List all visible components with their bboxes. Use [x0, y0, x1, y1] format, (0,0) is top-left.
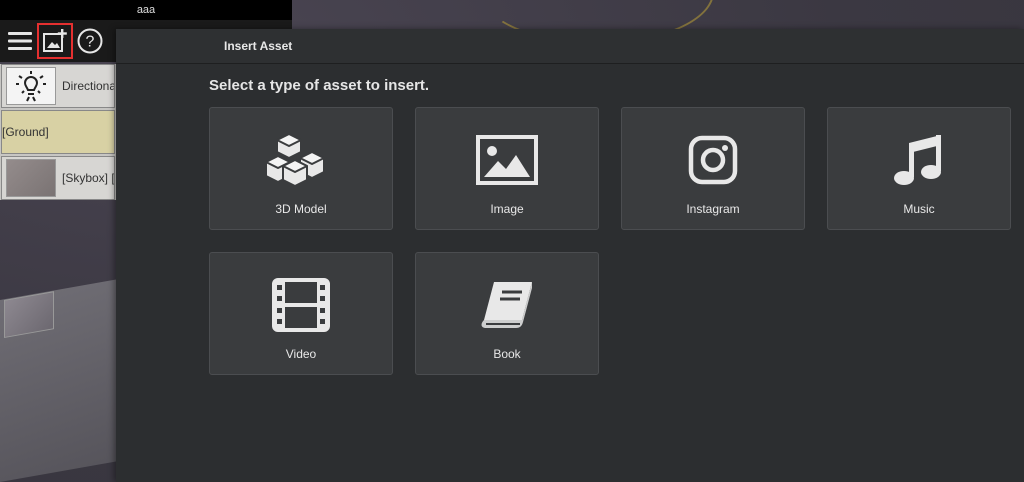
asset-tile-label: Video — [285, 347, 317, 361]
instagram-icon — [688, 135, 738, 185]
film-icon — [272, 278, 330, 332]
help-circle-icon[interactable]: ? — [74, 25, 106, 57]
asset-tile-music[interactable]: Music — [827, 107, 1011, 230]
insert-asset-dialog: Insert Asset Select a type of asset to i… — [116, 29, 1024, 482]
cubes-icon — [266, 133, 325, 187]
list-item-label: Directiona — [62, 79, 115, 93]
list-item-directional-light[interactable]: Directiona — [1, 64, 115, 108]
dialog-title: Insert Asset — [116, 29, 1024, 64]
asset-tile-label: Instagram — [686, 202, 740, 216]
window-title: aaa — [0, 0, 292, 20]
asset-tile-label: Music — [903, 202, 935, 216]
asset-tile-label: 3D Model — [275, 202, 327, 216]
image-icon — [476, 135, 538, 185]
svg-text:?: ? — [86, 34, 95, 51]
book-icon — [481, 282, 532, 328]
asset-tile-instagram[interactable]: Instagram — [621, 107, 805, 230]
list-item-label: [Skybox] [ — [62, 171, 115, 185]
asset-tile-3d-model[interactable]: 3D Model — [209, 107, 393, 230]
list-item-skybox[interactable]: [Skybox] [ — [1, 156, 115, 200]
light-bulb-icon — [6, 67, 56, 105]
skybox-thumbnail — [6, 159, 56, 197]
hamburger-menu-icon[interactable] — [4, 25, 36, 57]
asset-tile-video[interactable]: Video — [209, 252, 393, 375]
dialog-subtitle: Select a type of asset to insert. — [209, 77, 430, 94]
list-item-label: [Ground] — [2, 125, 49, 139]
asset-type-grid: 3D Model Image Instagram Music Video Boo… — [209, 107, 1011, 375]
asset-tile-image[interactable]: Image — [415, 107, 599, 230]
object-list: Directiona [Ground] [Skybox] [ — [0, 64, 116, 338]
asset-tile-label: Book — [493, 347, 521, 361]
asset-tile-book[interactable]: Book — [415, 252, 599, 375]
music-note-icon — [894, 135, 941, 185]
insert-image-plus-icon — [43, 29, 67, 52]
insert-asset-button[interactable] — [37, 23, 73, 59]
list-item-ground[interactable]: [Ground] — [1, 110, 115, 338]
asset-tile-label: Image — [490, 202, 524, 216]
